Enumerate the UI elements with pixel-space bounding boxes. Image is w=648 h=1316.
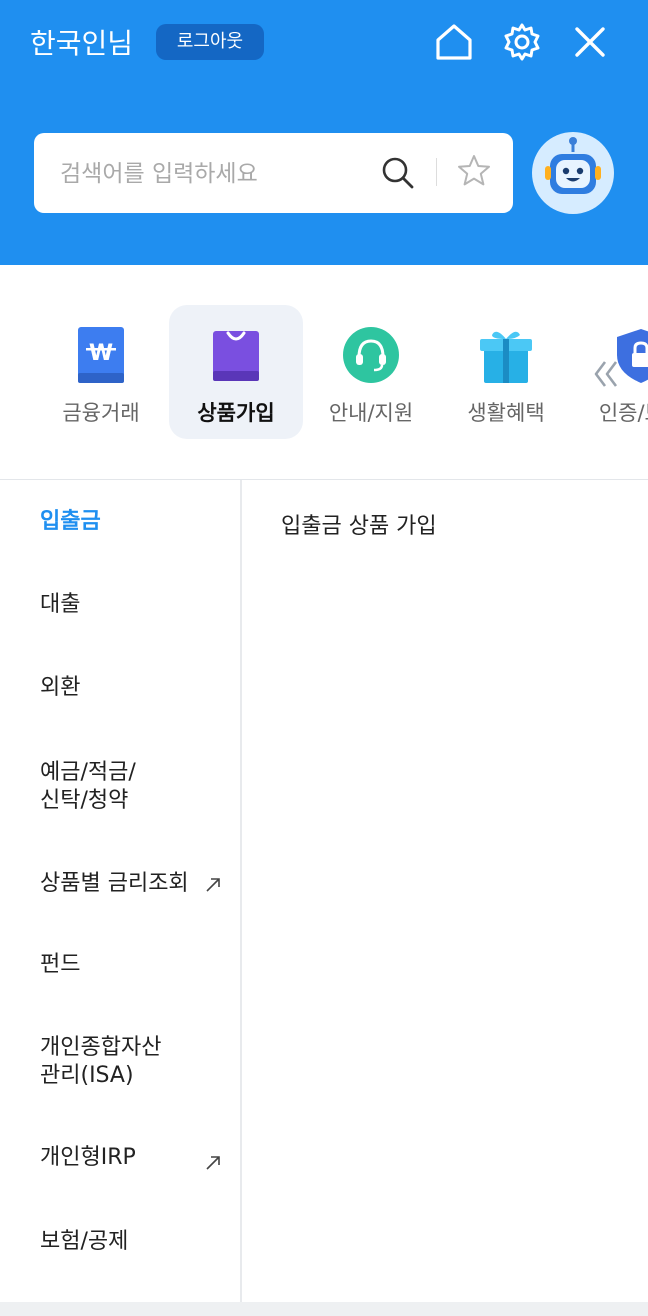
category-label: 생활혜택 xyxy=(467,401,545,425)
won-card-icon: W xyxy=(78,327,124,383)
bottom-strip xyxy=(0,1302,648,1316)
category-products[interactable]: 상품가입 xyxy=(169,305,303,439)
chevron-double-left-icon[interactable] xyxy=(592,356,620,392)
category-label: 인증/보안 xyxy=(598,401,648,425)
content-title[interactable]: 입출금 상품 가입 xyxy=(281,508,437,540)
side-menu: 입출금 대출 외환 예금/적금/ 신탁/청약 상품별 금리조회 펀드 개인종합자… xyxy=(0,480,242,1302)
category-finance[interactable]: W 금융거래 xyxy=(34,305,168,439)
category-benefits[interactable]: 생활혜택 xyxy=(439,305,573,439)
external-link-icon xyxy=(206,878,220,892)
user-greeting: 한국인님 xyxy=(30,27,134,60)
external-link-icon xyxy=(206,1156,220,1170)
side-item-savings[interactable]: 예금/적금/ 신탁/청약 xyxy=(40,759,136,815)
category-label: 금융거래 xyxy=(62,401,140,425)
gear-icon[interactable] xyxy=(500,20,544,64)
headset-icon xyxy=(343,327,399,383)
search-divider xyxy=(436,158,437,186)
logout-button[interactable]: 로그아웃 xyxy=(156,24,264,60)
side-item-isa[interactable]: 개인종합자산 관리(ISA) xyxy=(40,1034,161,1090)
category-support[interactable]: 안내/지원 xyxy=(304,305,438,439)
gift-icon xyxy=(480,331,532,383)
category-bar: W 금융거래 상품가입 안내/지원 생활혜택 인증/ xyxy=(0,265,648,480)
side-item-rates[interactable]: 상품별 금리조회 xyxy=(40,870,189,898)
close-icon[interactable] xyxy=(568,20,612,64)
search-box xyxy=(34,133,513,215)
side-item-deposit-withdraw[interactable]: 입출금 xyxy=(40,508,101,536)
chatbot-avatar[interactable] xyxy=(532,132,614,214)
search-input[interactable] xyxy=(58,133,382,215)
side-item-exchange[interactable]: 외환 xyxy=(40,674,80,702)
robot-icon xyxy=(545,137,601,194)
side-item-irp[interactable]: 개인형IRP xyxy=(40,1144,136,1172)
home-icon[interactable] xyxy=(432,20,476,64)
shopping-bag-icon xyxy=(213,331,259,381)
category-label: 상품가입 xyxy=(197,401,275,425)
app-header: 한국인님 로그아웃 xyxy=(0,0,648,265)
search-icon[interactable] xyxy=(380,155,416,191)
favorite-star-icon[interactable] xyxy=(456,153,492,189)
category-label: 안내/지원 xyxy=(328,401,414,425)
svg-text:W: W xyxy=(89,341,113,366)
side-item-loan[interactable]: 대출 xyxy=(40,591,80,619)
side-item-insurance[interactable]: 보험/공제 xyxy=(40,1228,128,1256)
side-item-fund[interactable]: 펀드 xyxy=(40,951,80,979)
